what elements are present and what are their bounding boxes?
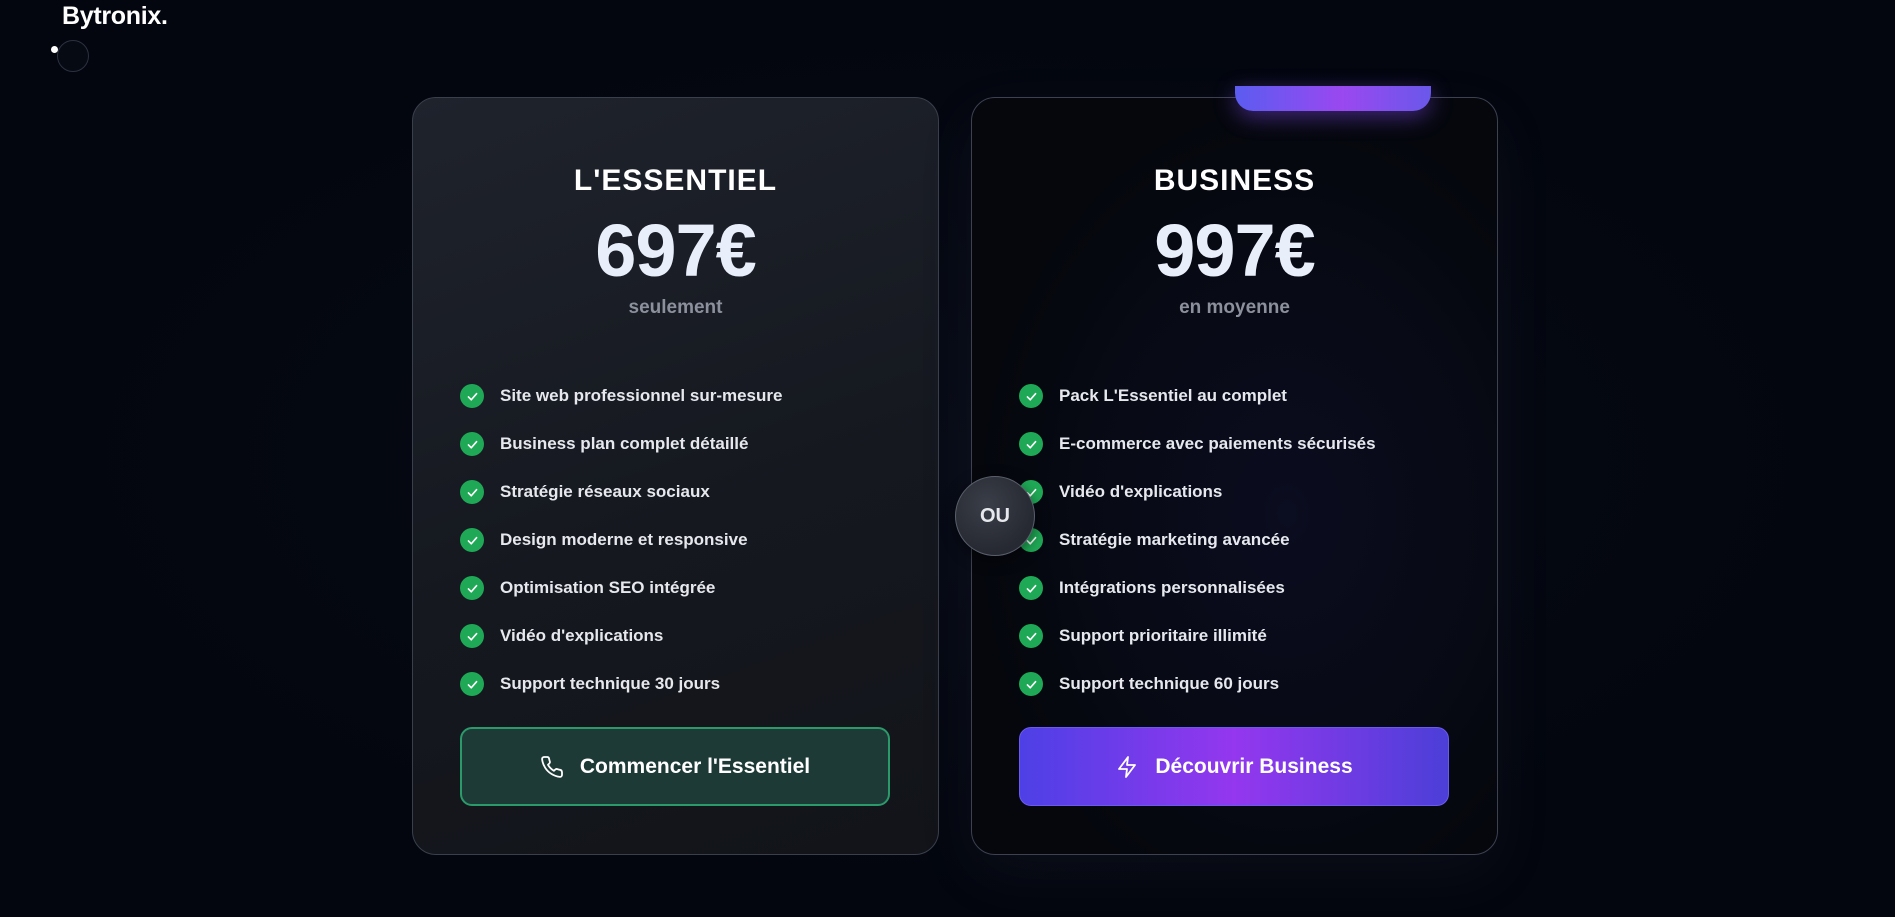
check-icon [460,624,484,648]
check-icon [460,480,484,504]
feature-label: Stratégie réseaux sociaux [500,482,710,501]
feature-item: Design moderne et responsive [460,516,782,564]
discover-business-button[interactable]: Découvrir Business [1019,727,1449,806]
or-divider-badge: OU [955,476,1035,556]
plan-price-note: seulement [628,297,723,318]
feature-item: Optimisation SEO intégrée [460,564,782,612]
feature-label: Support technique 60 jours [1059,674,1280,693]
feature-item: Stratégie marketing avancée [1019,516,1376,564]
feature-label: Site web professionnel sur-mesure [500,386,783,405]
discover-business-label: Découvrir Business [1155,754,1353,778]
feature-item: Intégrations personnalisées [1019,564,1376,612]
feature-item: Site web professionnel sur-mesure [460,372,782,420]
feature-item: Business plan complet détaillé [460,420,782,468]
feature-item: Support technique 30 jours [460,660,782,708]
feature-label: Intégrations personnalisées [1059,578,1285,597]
check-icon [460,576,484,600]
plan-name: BUSINESS [1153,164,1316,197]
check-icon [460,528,484,552]
check-icon [1019,672,1043,696]
feature-label: Business plan complet détaillé [500,434,749,453]
cursor-dot [51,46,58,53]
start-essentiel-label: Commencer l'Essentiel [579,754,811,778]
check-icon [1019,384,1043,408]
brand-logo[interactable]: Bytronix. [62,2,168,31]
feature-label: Stratégie marketing avancée [1059,530,1290,549]
check-icon [1019,432,1043,456]
feature-label: Design moderne et responsive [500,530,748,549]
feature-item: Vidéo d'explications [1019,468,1376,516]
popular-badge [1235,86,1431,111]
lightning-icon [1118,755,1137,778]
start-essentiel-button[interactable]: Commencer l'Essentiel [460,727,890,806]
feature-label: Vidéo d'explications [500,626,664,645]
feature-label: Support technique 30 jours [500,674,721,693]
phone-icon [541,755,563,778]
feature-label: Optimisation SEO intégrée [500,578,716,597]
feature-item: Support prioritaire illimité [1019,612,1376,660]
feature-item: Support technique 60 jours [1019,660,1376,708]
pricing-card-essentiel: L'ESSENTIEL 697€ seulement Site web prof… [412,97,939,855]
feature-label: E-commerce avec paiements sécurisés [1059,434,1376,453]
pricing-card-business: BUSINESS 997€ en moyenne Pack L'Essentie… [971,86,1498,855]
feature-list: Pack L'Essentiel au complet E-commerce a… [1019,372,1376,708]
plan-name: L'ESSENTIEL [573,164,778,197]
feature-item: Vidéo d'explications [460,612,782,660]
feature-item: Stratégie réseaux sociaux [460,468,782,516]
feature-label: Vidéo d'explications [1059,482,1223,501]
feature-item: E-commerce avec paiements sécurisés [1019,420,1376,468]
feature-label: Pack L'Essentiel au complet [1059,386,1287,405]
feature-label: Support prioritaire illimité [1059,626,1267,645]
check-icon [1019,576,1043,600]
plan-price: 997€ [1154,209,1316,292]
plan-price: 697€ [595,209,757,292]
feature-list: Site web professionnel sur-mesure Busine… [460,372,782,708]
cursor-ring [57,40,89,72]
check-icon [1019,624,1043,648]
check-icon [460,384,484,408]
feature-item: Pack L'Essentiel au complet [1019,372,1376,420]
check-icon [460,432,484,456]
plan-price-note: en moyenne [1179,297,1290,318]
check-icon [460,672,484,696]
